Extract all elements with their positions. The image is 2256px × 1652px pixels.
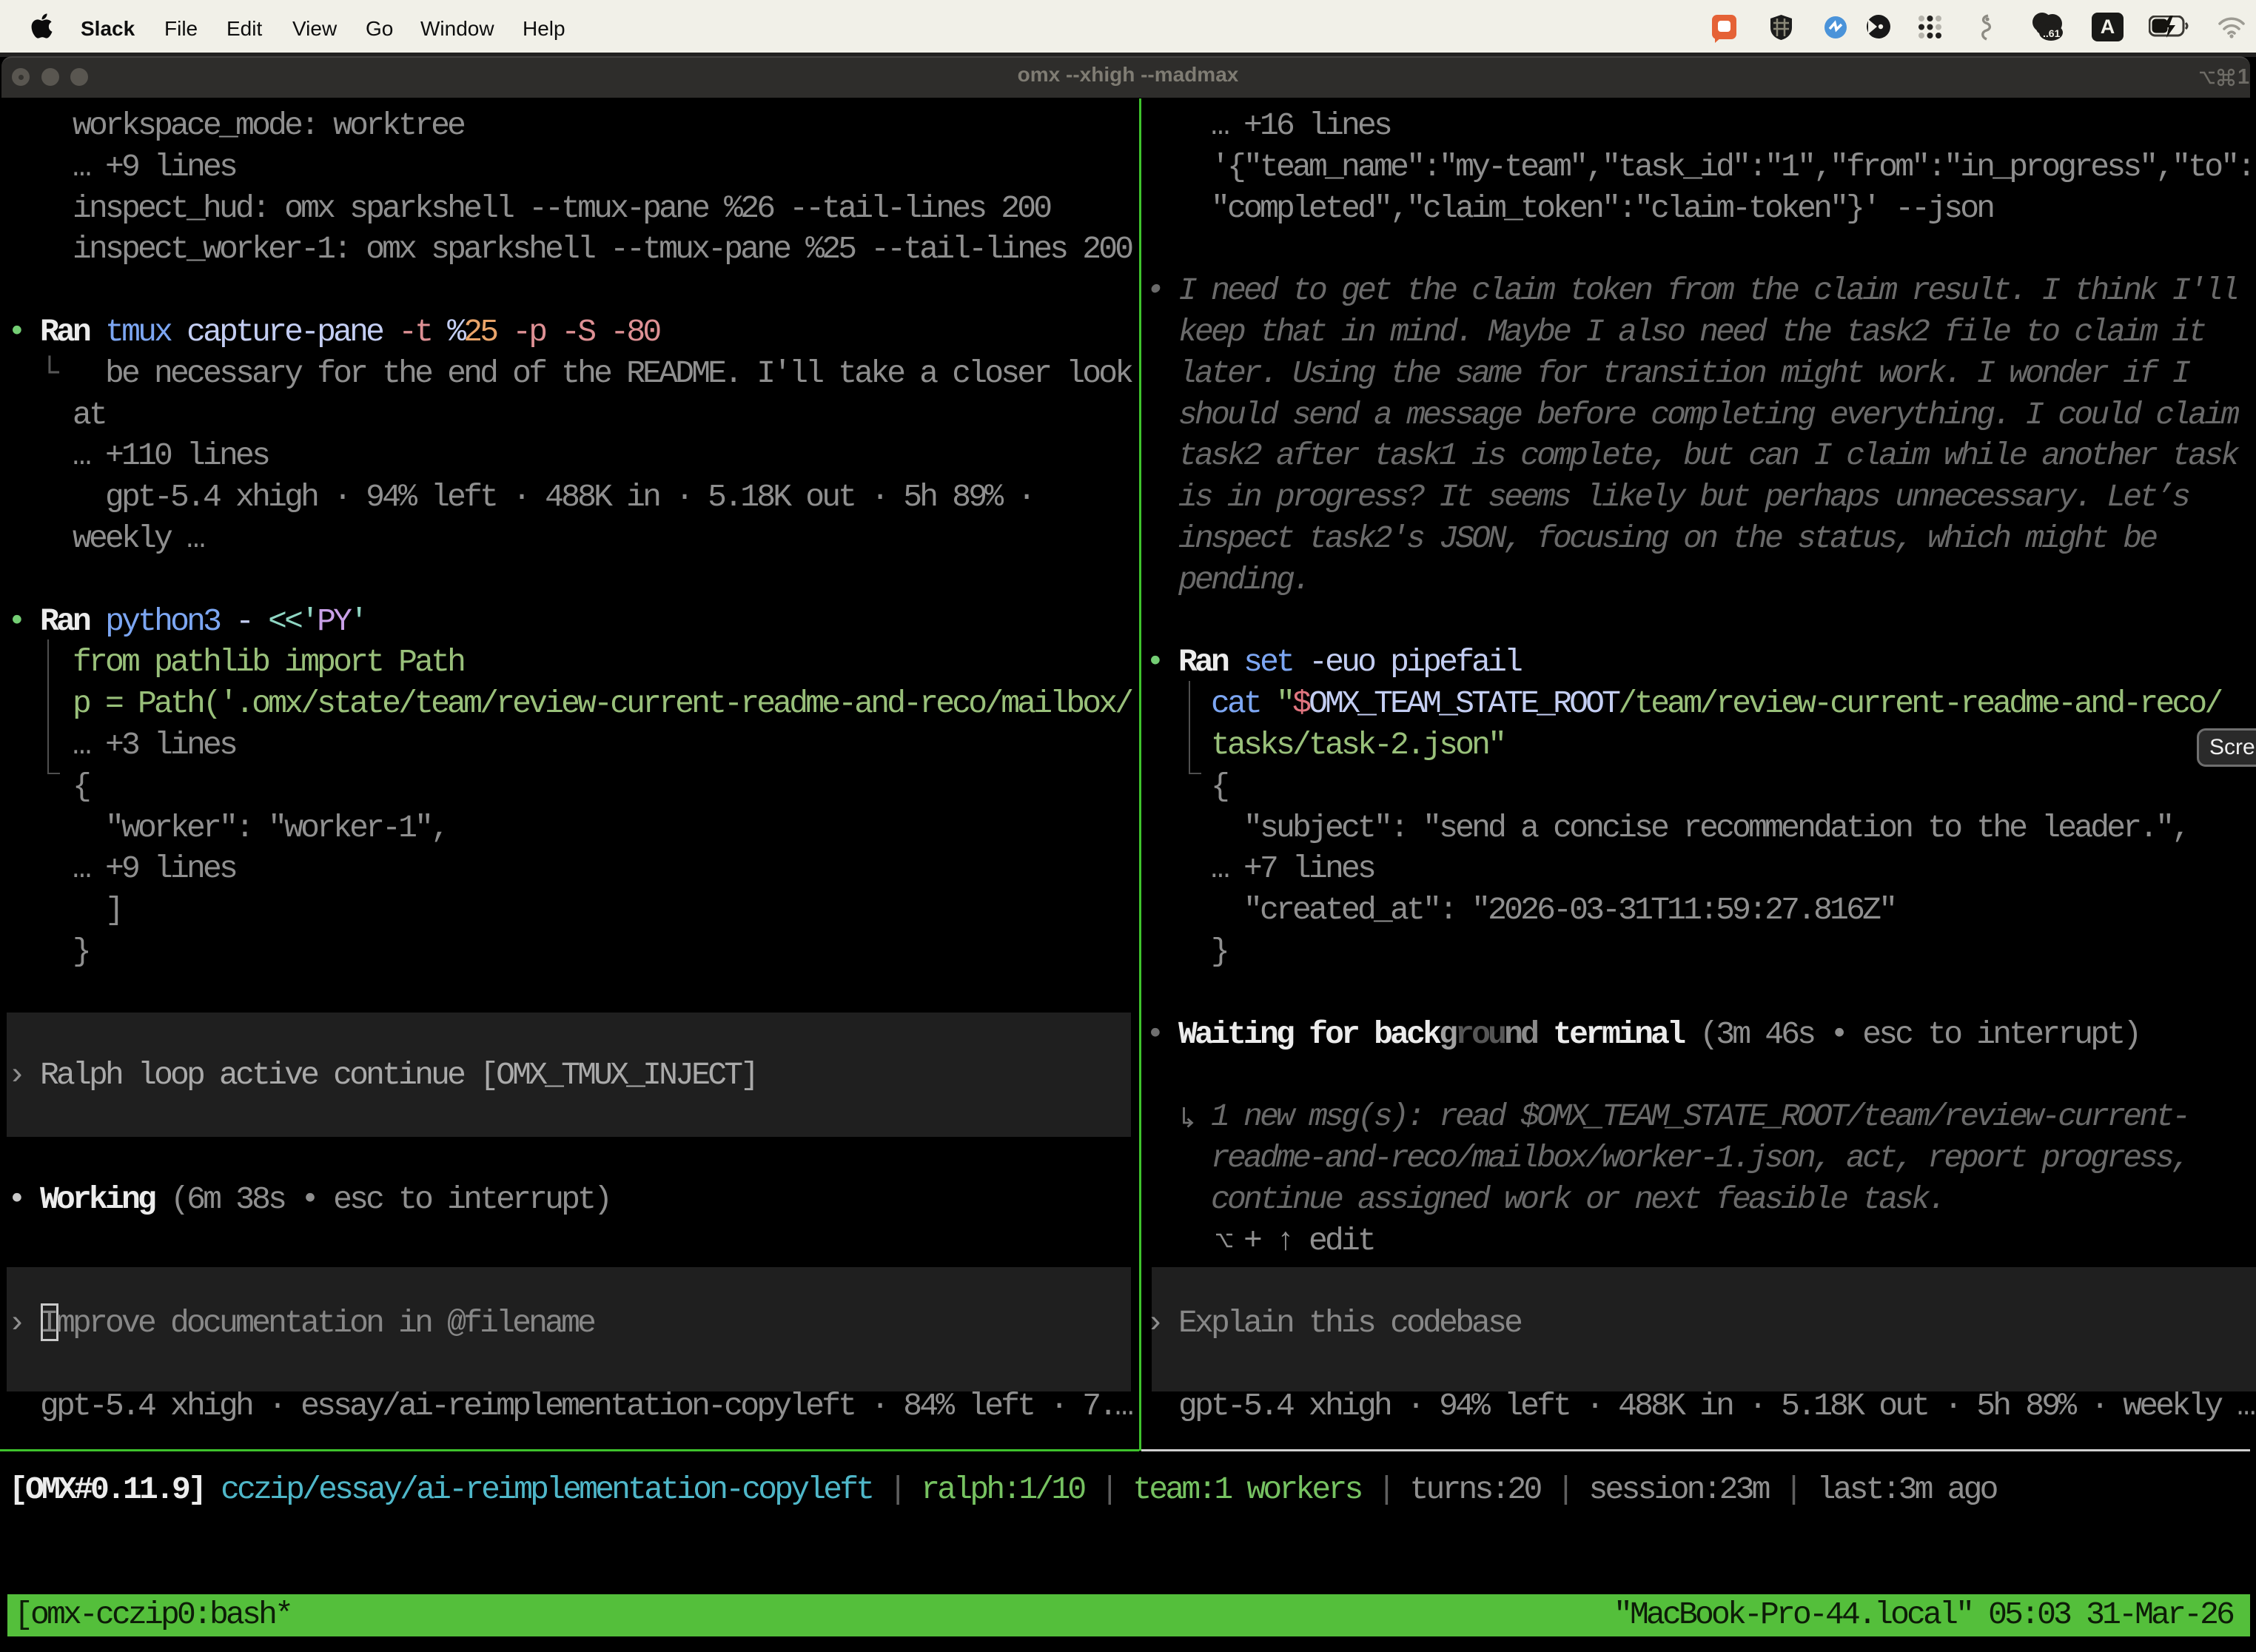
- svg-text:..61: ..61: [2043, 27, 2061, 39]
